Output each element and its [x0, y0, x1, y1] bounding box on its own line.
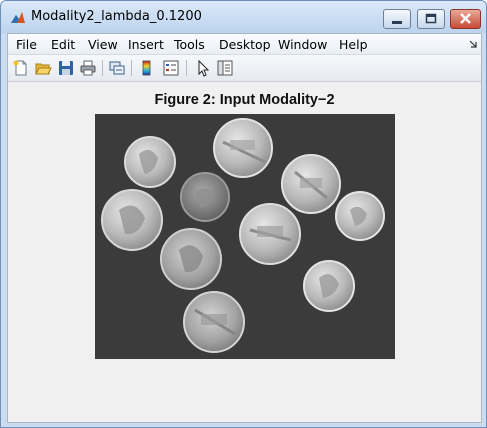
pointer-icon[interactable]: [194, 59, 212, 77]
coins-image[interactable]: [95, 114, 395, 359]
coin: [239, 203, 301, 265]
coin: [213, 118, 273, 178]
coin: [183, 291, 245, 353]
menu-bar: File Edit View Insert Tools Desktop Wind…: [8, 34, 481, 55]
coin: [281, 154, 341, 214]
close-button[interactable]: [450, 9, 481, 29]
close-icon: [460, 13, 471, 24]
window-title: Modality2_lambda_0.1200: [31, 9, 202, 24]
coin: [303, 260, 355, 312]
save-icon[interactable]: [57, 59, 75, 77]
menu-help[interactable]: Help: [339, 37, 368, 52]
coin: [124, 136, 176, 188]
menu-insert[interactable]: Insert: [128, 37, 164, 52]
toolbar-separator: [102, 60, 103, 76]
minimize-button[interactable]: [383, 9, 411, 29]
coins-image-canvas: [95, 114, 395, 359]
maximize-icon: [425, 13, 437, 24]
figure-client-area: File Edit View Insert Tools Desktop Wind…: [7, 33, 482, 423]
dock-arrow-icon[interactable]: [469, 40, 477, 48]
coin: [101, 189, 163, 251]
open-file-icon[interactable]: [34, 59, 52, 77]
coin: [180, 172, 230, 222]
menu-window[interactable]: Window: [278, 37, 327, 52]
toolbar-separator: [186, 60, 187, 76]
legend-icon[interactable]: [162, 59, 180, 77]
menu-file[interactable]: File: [16, 37, 37, 52]
coin: [335, 191, 385, 241]
coin: [160, 228, 222, 290]
new-figure-icon[interactable]: [12, 59, 30, 77]
menu-desktop[interactable]: Desktop: [219, 37, 271, 52]
menu-view[interactable]: View: [88, 37, 118, 52]
menu-tools[interactable]: Tools: [174, 37, 205, 52]
link-figure-icon[interactable]: [108, 59, 126, 77]
property-editor-icon[interactable]: [216, 59, 234, 77]
colorbar-icon[interactable]: [138, 59, 156, 77]
menu-edit[interactable]: Edit: [51, 37, 75, 52]
figure-toolbar: [8, 55, 481, 82]
figure-title: Figure 2: Input Modality−2: [154, 92, 335, 108]
figure-window: Modality2_lambda_0.1200 File Edit View I…: [0, 0, 487, 428]
minimize-icon: [392, 21, 402, 24]
matlab-icon: [11, 12, 25, 23]
toolbar-separator: [131, 60, 132, 76]
maximize-button[interactable]: [417, 9, 445, 29]
title-bar[interactable]: Modality2_lambda_0.1200: [1, 1, 486, 33]
print-icon[interactable]: [79, 59, 97, 77]
